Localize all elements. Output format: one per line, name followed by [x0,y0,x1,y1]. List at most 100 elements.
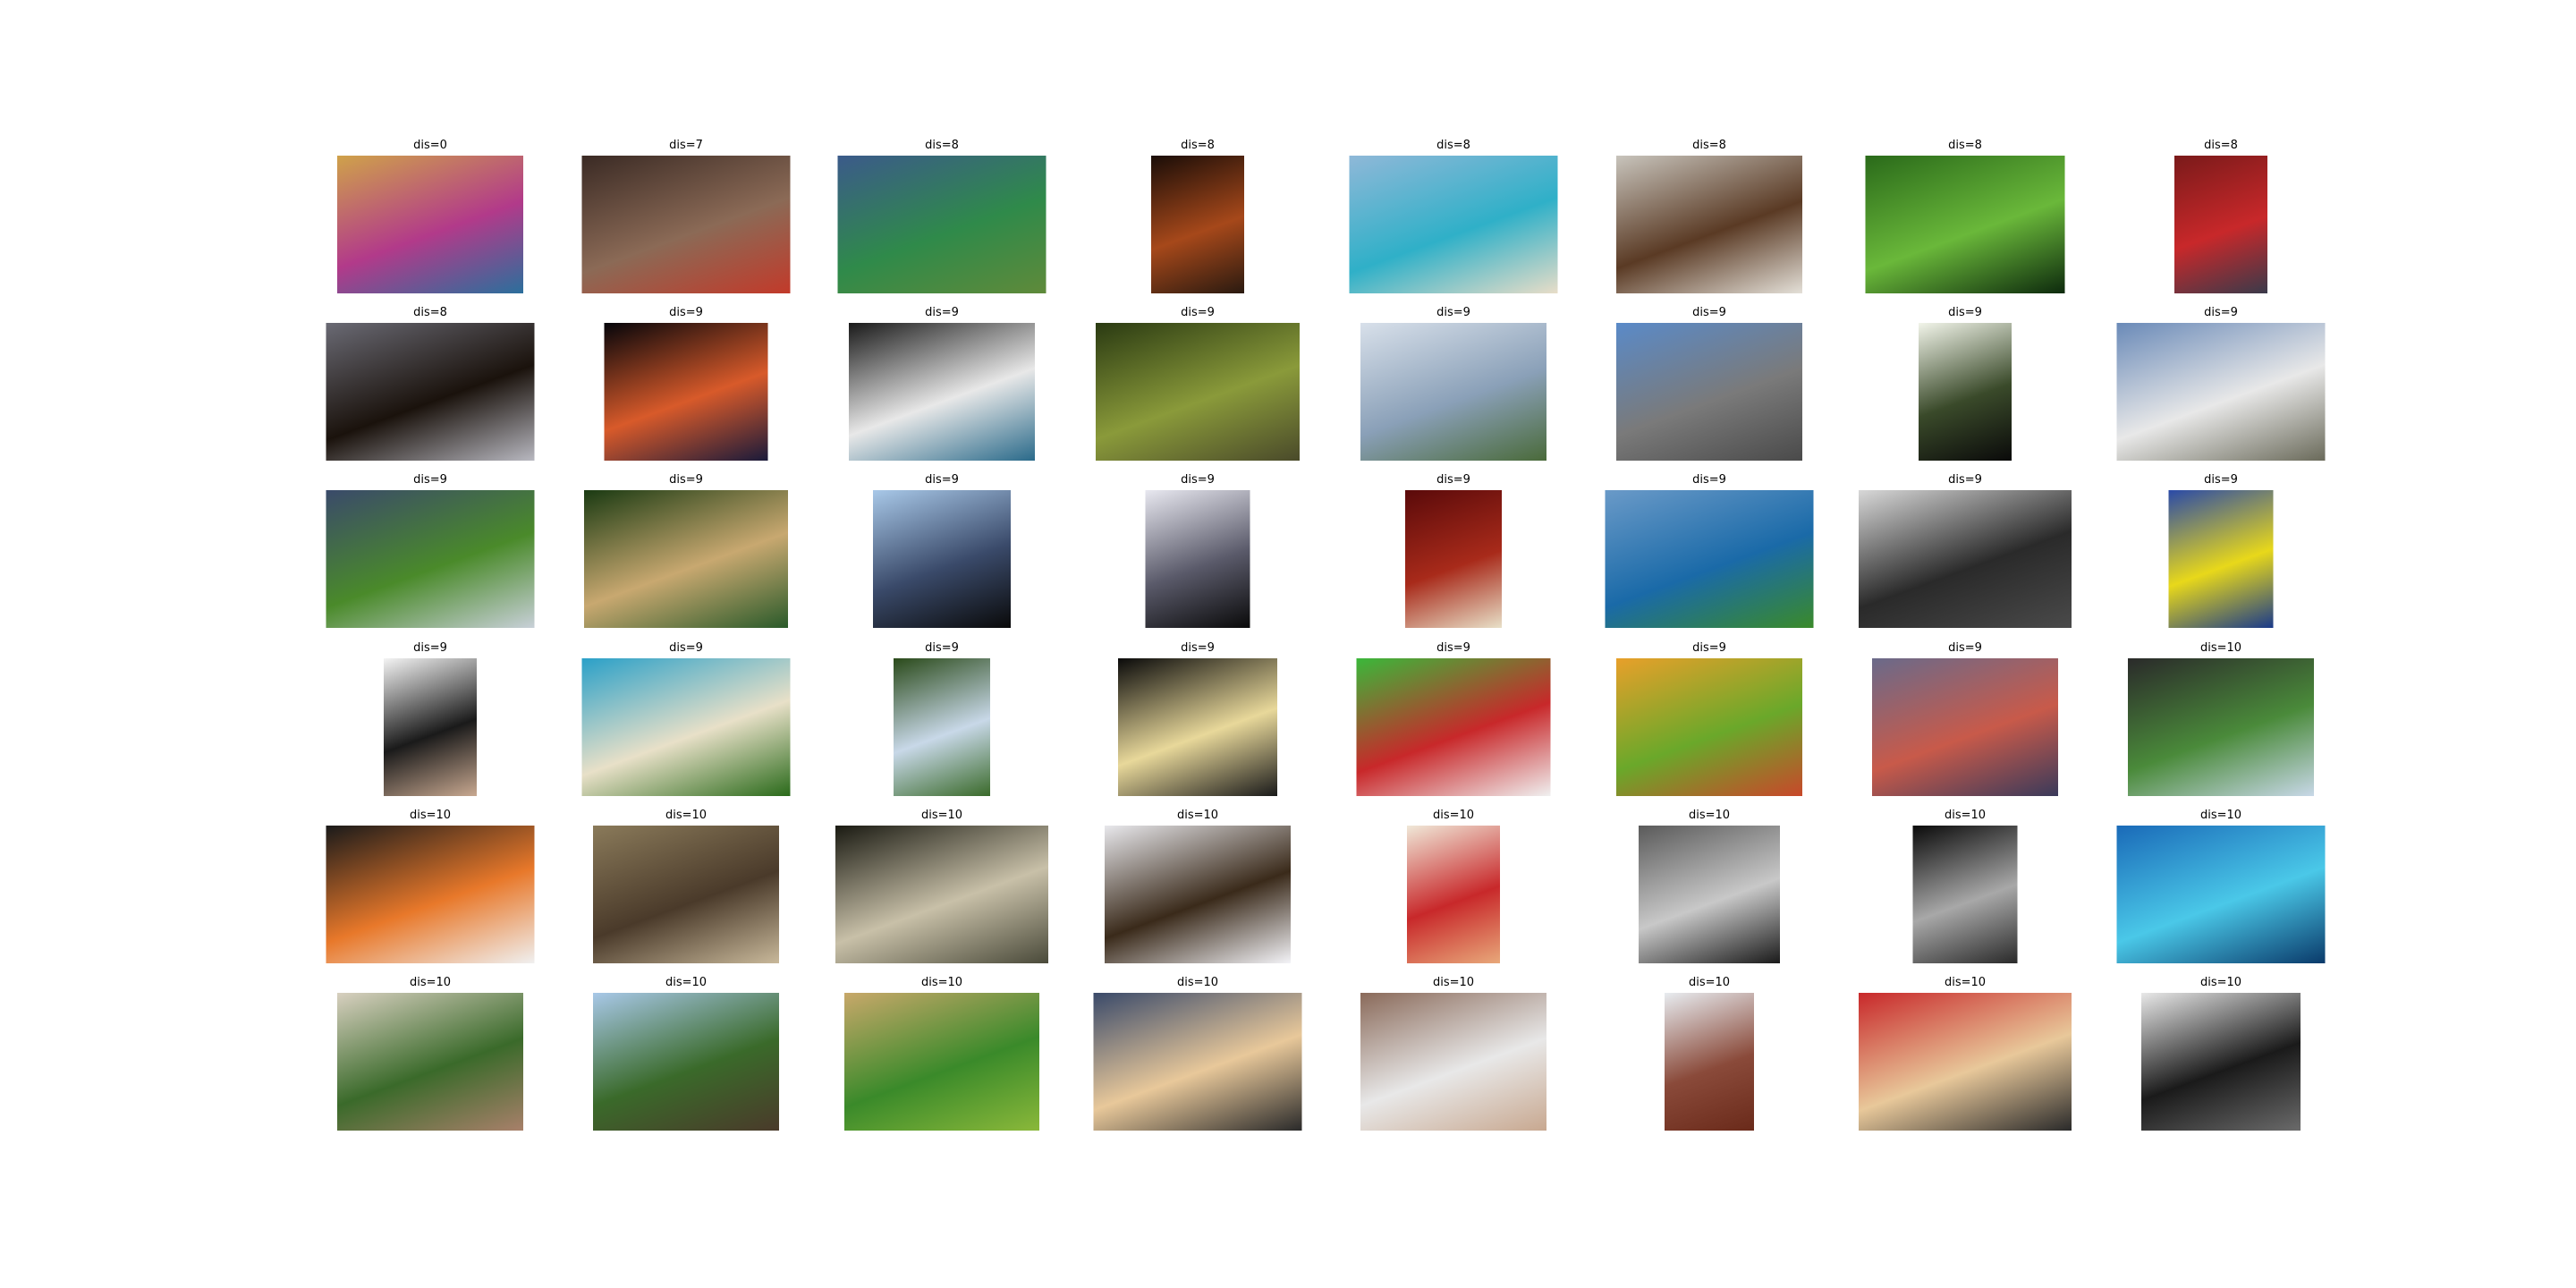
photo-thumbnail [844,993,1039,1131]
image-caption: dis=9 [1436,641,1470,655]
image-caption: dis=10 [409,809,452,822]
photo-thumbnail [1639,826,1780,963]
image-caption: dis=10 [920,976,963,989]
image-caption: dis=9 [669,641,703,655]
photo-thumbnail [1360,993,1546,1131]
photo-thumbnail [1616,156,1802,293]
image-caption: dis=10 [2199,809,2242,822]
photo-thumbnail [837,156,1046,293]
grid-cell: dis=0 [301,138,559,306]
photo-thumbnail [2128,658,2314,796]
image-caption: dis=9 [1692,641,1726,655]
grid-cell: dis=9 [2092,472,2350,640]
grid-cell: dis=8 [1836,138,2094,306]
image-caption: dis=9 [1181,641,1215,655]
photo-thumbnail [1349,156,1558,293]
image-caption: dis=7 [669,139,703,152]
grid-cell: dis=10 [2092,640,2350,809]
grid-cell: dis=10 [2092,975,2350,1143]
photo-thumbnail [593,993,779,1131]
grid-cell: dis=9 [1580,640,1838,809]
photo-thumbnail [1096,323,1300,461]
photo-thumbnail [1912,826,2018,963]
grid-cell: dis=9 [813,472,1071,640]
grid-cell: dis=10 [1836,808,2094,976]
image-caption: dis=10 [1944,809,1987,822]
grid-cell: dis=8 [1325,138,1582,306]
grid-cell: dis=9 [1325,472,1582,640]
image-caption: dis=10 [409,976,452,989]
image-caption: dis=8 [413,306,447,319]
photo-thumbnail [894,658,990,796]
grid-cell: dis=9 [1069,472,1326,640]
image-caption: dis=10 [1688,809,1731,822]
image-caption: dis=9 [2204,306,2238,319]
image-caption: dis=9 [2204,473,2238,487]
image-caption: dis=9 [925,473,959,487]
grid-cell: dis=9 [557,472,815,640]
grid-cell: dis=9 [813,305,1071,473]
grid-cell: dis=10 [1325,808,1582,976]
grid-cell: dis=10 [1580,808,1838,976]
photo-thumbnail [1859,993,2072,1131]
grid-cell: dis=9 [2092,305,2350,473]
photo-thumbnail [1865,156,2065,293]
photo-thumbnail [593,826,779,963]
image-caption: dis=10 [1176,809,1219,822]
photo-thumbnail [1360,323,1546,461]
image-caption: dis=8 [1436,139,1470,152]
image-caption: dis=9 [925,306,959,319]
photo-thumbnail [2141,993,2301,1131]
photo-thumbnail [1407,826,1500,963]
photo-thumbnail [1859,490,2072,628]
grid-cell: dis=10 [557,975,815,1143]
photo-thumbnail [873,490,1011,628]
image-caption: dis=10 [2199,641,2242,655]
grid-cell: dis=10 [1836,975,2094,1143]
photo-thumbnail [604,323,768,461]
photo-thumbnail [1872,658,2058,796]
grid-cell: dis=10 [1069,975,1326,1143]
photo-thumbnail [2116,826,2326,963]
image-caption: dis=10 [1944,976,1987,989]
image-caption: dis=8 [1948,139,1982,152]
photo-thumbnail [1665,993,1754,1131]
image-caption: dis=9 [669,473,703,487]
photo-thumbnail [2168,490,2274,628]
grid-cell: dis=10 [1325,975,1582,1143]
grid-cell: dis=9 [1325,305,1582,473]
grid-cell: dis=8 [301,305,559,473]
grid-cell: dis=9 [1325,640,1582,809]
photo-thumbnail [1105,826,1291,963]
photo-thumbnail [1118,658,1277,796]
grid-cell: dis=9 [1836,472,2094,640]
grid-cell: dis=10 [1580,975,1838,1143]
photo-thumbnail [326,826,535,963]
grid-cell: dis=9 [1069,305,1326,473]
photo-thumbnail [835,826,1048,963]
photo-thumbnail [1405,490,1502,628]
image-caption: dis=9 [1948,641,1982,655]
image-caption: dis=9 [1948,306,1982,319]
grid-cell: dis=10 [813,975,1071,1143]
grid-cell: dis=8 [1069,138,1326,306]
grid-cell: dis=10 [1069,808,1326,976]
photo-thumbnail [581,658,791,796]
image-caption: dis=10 [920,809,963,822]
grid-cell: dis=9 [557,305,815,473]
image-caption: dis=8 [1692,139,1726,152]
grid-cell: dis=9 [1836,640,2094,809]
photo-thumbnail [1356,658,1551,796]
image-caption: dis=10 [2199,976,2242,989]
grid-cell: dis=8 [2092,138,2350,306]
grid-cell: dis=10 [301,975,559,1143]
image-caption: dis=10 [1688,976,1731,989]
photo-thumbnail [849,323,1035,461]
photo-thumbnail [1919,323,2012,461]
photo-thumbnail [1616,323,1802,461]
photo-thumbnail [326,490,535,628]
grid-cell: dis=9 [301,472,559,640]
grid-cell: dis=9 [301,640,559,809]
image-caption: dis=10 [665,809,708,822]
grid-cell: dis=10 [813,808,1071,976]
